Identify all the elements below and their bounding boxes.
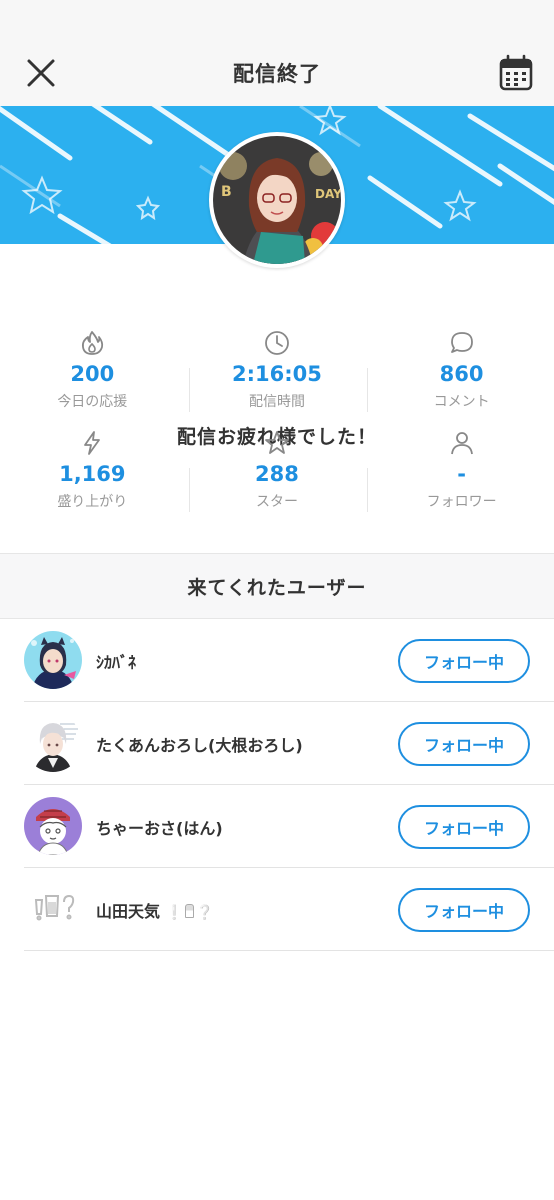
page-title: 配信終了 xyxy=(233,62,321,86)
divider xyxy=(367,468,368,512)
divider xyxy=(189,368,190,412)
exclamation-icon: ❕ xyxy=(165,904,184,921)
stat-value: - xyxy=(457,462,466,486)
stat-label: フォロワー xyxy=(426,494,497,510)
calendar-icon[interactable] xyxy=(498,54,534,92)
star-icon xyxy=(265,431,289,454)
visitors-heading-text: 来てくれたユーザー xyxy=(187,576,367,599)
stats-row-2: 1,169 盛り上がり 288 スター - フォロワー xyxy=(0,426,554,526)
stat-stars: 288 スター xyxy=(185,426,370,526)
list-item: 山田天気 ❕ ❔ フォロー中 xyxy=(0,868,554,951)
flame-icon xyxy=(82,331,104,355)
stat-value: 2:16:05 xyxy=(232,362,322,386)
header: 配信終了 xyxy=(0,40,554,106)
user-name: 山田天気 ❕ ❔ xyxy=(96,898,213,922)
stat-value: 288 xyxy=(255,462,299,486)
avatar[interactable] xyxy=(24,797,82,855)
user-name-text: 山田天気 xyxy=(96,901,161,921)
avatar[interactable] xyxy=(24,631,82,689)
avatar[interactable] xyxy=(24,714,82,772)
list-item: ちゃーおさ(はん) フォロー中 xyxy=(0,785,554,868)
question-icon: ❔ xyxy=(196,904,214,921)
list-item: ｼｶﾊﾞﾈ フォロー中 xyxy=(0,619,554,702)
stat-excitement: 1,169 盛り上がり xyxy=(0,426,185,526)
streamer-avatar: B DAY xyxy=(209,132,345,268)
avatar[interactable] xyxy=(24,880,82,938)
user-name: ちゃーおさ(はん) xyxy=(96,818,223,838)
svg-text:B: B xyxy=(221,184,232,200)
stat-value: 200 xyxy=(70,362,115,386)
lightning-icon xyxy=(84,431,101,455)
stat-value: 860 xyxy=(439,362,484,386)
stat-label: 今日の応援 xyxy=(57,394,128,410)
following-button[interactable]: フォロー中 xyxy=(398,722,530,766)
stat-followers: - フォロワー xyxy=(369,426,554,526)
following-button[interactable]: フォロー中 xyxy=(398,805,530,849)
status-bar-space xyxy=(0,0,554,40)
visitors-list: ｼｶﾊﾞﾈ フォロー中 たくあんおろし(大根おろし) フォロー中 ちゃーおさ(は… xyxy=(0,619,554,951)
following-button[interactable]: フォロー中 xyxy=(398,888,530,932)
divider xyxy=(367,368,368,412)
stat-duration: 2:16:05 配信時間 xyxy=(185,326,370,426)
stat-comments: 860 コメント xyxy=(369,326,554,426)
visitors-heading: 来てくれたユーザー xyxy=(0,553,554,619)
divider xyxy=(189,468,190,512)
user-name: ｼｶﾊﾞﾈ xyxy=(96,652,137,672)
comment-icon xyxy=(450,332,473,353)
list-item: たくあんおろし(大根おろし) フォロー中 xyxy=(0,702,554,785)
stat-label: スター xyxy=(255,494,298,510)
stat-label: コメント xyxy=(433,394,490,410)
stat-support: 200 今日の応援 xyxy=(0,326,185,426)
close-icon[interactable] xyxy=(24,56,58,90)
user-icon xyxy=(450,432,473,455)
stats-row-1: 200 今日の応援 2:16:05 配信時間 860 コメント xyxy=(0,326,554,426)
stat-value: 1,169 xyxy=(59,462,126,486)
stat-label: 配信時間 xyxy=(248,394,305,410)
stat-label: 盛り上がり xyxy=(57,494,128,510)
salt-shaker-icon xyxy=(185,903,195,918)
stats-panel: 200 今日の応援 2:16:05 配信時間 860 コメント 1,169 盛り… xyxy=(0,326,554,526)
clock-icon xyxy=(265,331,289,355)
user-name: たくあんおろし(大根おろし) xyxy=(96,735,303,755)
svg-text:DAY: DAY xyxy=(315,187,341,201)
following-button[interactable]: フォロー中 xyxy=(398,639,530,683)
